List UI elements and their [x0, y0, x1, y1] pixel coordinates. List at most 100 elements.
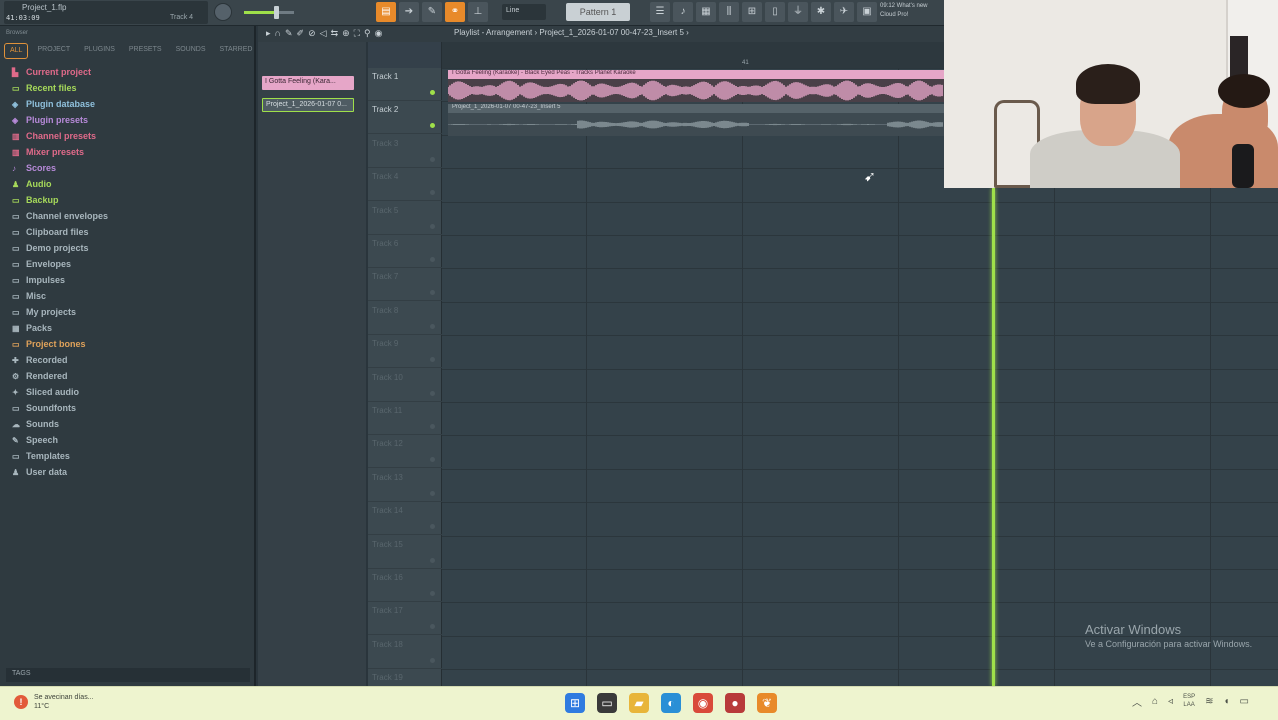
track-enable-led[interactable] — [430, 524, 435, 530]
paint-tool-icon[interactable]: ✐ — [297, 28, 305, 39]
draw-tool-icon[interactable]: ✎ — [285, 28, 293, 39]
delete-tool-icon[interactable]: ⊘ — [308, 28, 316, 39]
mixer-icon[interactable]: ⫼ — [719, 2, 739, 22]
app-icon[interactable]: ● — [725, 693, 745, 713]
browser-item[interactable]: ♟ User data — [0, 464, 254, 480]
wrench-icon[interactable]: ✱ — [811, 2, 831, 22]
track-header[interactable]: Track 1 — [368, 68, 442, 101]
link-icon[interactable]: ⚭ — [445, 2, 465, 22]
speaker-icon[interactable]: ◃ — [1168, 696, 1173, 707]
browser-item[interactable]: ☁ Sounds — [0, 416, 254, 432]
task-view-icon[interactable]: ▭ — [597, 693, 617, 713]
send-icon[interactable]: ✈ — [834, 2, 854, 22]
track-header[interactable]: Track 11 — [368, 402, 442, 435]
volume-icon[interactable]: ◖ — [1223, 696, 1229, 707]
master-volume-thumb[interactable] — [274, 6, 279, 19]
track-enable-led[interactable] — [430, 357, 435, 363]
browser-item[interactable]: ▙ Current project — [0, 64, 254, 80]
news-panel[interactable]: 09:12 What's new Cloud Pro! — [880, 2, 928, 20]
browser-item[interactable]: ▭ Templates — [0, 448, 254, 464]
record-mode-icon[interactable]: ▤ — [376, 2, 396, 22]
track-header[interactable]: Track 18 — [368, 636, 442, 669]
track-enable-led[interactable] — [430, 90, 435, 95]
track-enable-led[interactable] — [430, 624, 435, 630]
browser-item[interactable]: ◈ Plugin presets — [0, 112, 254, 128]
browser-item[interactable]: ▭ Envelopes — [0, 256, 254, 272]
mute-tool-icon[interactable]: ◁ — [320, 28, 327, 39]
track-enable-led[interactable] — [430, 290, 435, 296]
chevron-up-icon[interactable]: ︿ — [1132, 694, 1142, 709]
browser-item[interactable]: ◈ Plugin database — [0, 96, 254, 112]
track-header[interactable]: Track 17 — [368, 602, 442, 636]
select-tool-icon[interactable]: ⛶ — [354, 28, 360, 39]
menu-arrow-icon[interactable]: ▸ — [266, 28, 271, 39]
browser-tab-plugins[interactable]: PLUGINS — [79, 43, 120, 59]
track-header[interactable]: Track 15 — [368, 536, 442, 569]
browser-item[interactable]: ✎ Speech — [0, 432, 254, 448]
browser-item[interactable]: ▭ Recent files — [0, 80, 254, 96]
track-enable-led[interactable] — [430, 156, 435, 162]
browser-item[interactable]: ♟ Audio — [0, 176, 254, 192]
browser-tab-all[interactable]: ALL — [4, 43, 29, 59]
browser-item[interactable]: ▥ Mixer presets — [0, 144, 254, 160]
track-header[interactable]: Track 6 — [368, 235, 442, 268]
fl-studio-icon[interactable]: ❦ — [757, 693, 777, 713]
windows-start-icon[interactable]: ⊞ — [565, 693, 585, 713]
browser-toggle-icon[interactable]: ⊞ — [742, 2, 762, 22]
track-header[interactable]: Track 12 — [368, 435, 442, 469]
timeline-ruler[interactable]: 41 — [442, 42, 946, 68]
browser-tab-presets[interactable]: PRESETS — [124, 43, 167, 59]
track-header[interactable]: Track 10 — [368, 369, 442, 402]
slip-tool-icon[interactable]: ⇆ — [331, 28, 339, 39]
track-enable-led[interactable] — [430, 323, 435, 329]
track-enable-led[interactable] — [430, 123, 435, 129]
playback-tool-icon[interactable]: ◉ — [375, 28, 383, 39]
piano-roll-icon[interactable]: ♪ — [673, 2, 693, 22]
browser-item[interactable]: ♪ Scores — [0, 160, 254, 176]
track-header[interactable]: Track 9 — [368, 335, 442, 369]
browser-tab-project[interactable]: PROJECT — [32, 43, 75, 59]
stamp-icon[interactable]: ⊥ — [468, 2, 488, 22]
master-volume-slider[interactable] — [244, 6, 294, 19]
snap-select[interactable]: Line — [502, 4, 546, 20]
browser-tab-starred[interactable]: STARRED — [215, 43, 258, 59]
plug-icon[interactable]: ⏚ — [788, 2, 808, 22]
battery-icon[interactable]: ▭ — [1240, 696, 1249, 707]
track-enable-led[interactable] — [430, 657, 435, 663]
edge-icon[interactable]: ◐ — [661, 693, 681, 713]
browser-item[interactable]: ▦ Packs — [0, 320, 254, 336]
track-enable-led[interactable] — [430, 257, 435, 262]
browser-item[interactable]: ▭ Impulses — [0, 272, 254, 288]
master-pitch-knob[interactable] — [214, 3, 232, 21]
browser-item[interactable]: ▭ Backup — [0, 192, 254, 208]
playlist-icon[interactable]: ☰ — [650, 2, 670, 22]
track-enable-led[interactable] — [430, 557, 435, 563]
weather-widget[interactable]: ! Se avecinan días... 11°C — [14, 693, 94, 711]
browser-item[interactable]: ▭ Channel envelopes — [0, 208, 254, 224]
track-enable-led[interactable] — [430, 424, 435, 429]
track-header[interactable]: Track 7 — [368, 268, 442, 302]
audio-clip-karaoke[interactable]: I Gotta Feeling (Karaoke) - Black Eyed P… — [448, 70, 944, 102]
track-header[interactable]: Track 13 — [368, 469, 442, 502]
track-header[interactable]: Track 16 — [368, 569, 442, 602]
browser-tab-sounds[interactable]: SOUNDS — [171, 43, 211, 59]
browser-item[interactable]: ✦ Sliced audio — [0, 384, 254, 400]
zoom-tool-icon[interactable]: ⚲ — [364, 28, 371, 39]
track-header[interactable]: Track 3 — [368, 135, 442, 168]
browser-item[interactable]: ▭ Project bones — [0, 336, 254, 352]
arrow-icon[interactable]: ➔ — [399, 2, 419, 22]
track-header[interactable]: Track 5 — [368, 202, 442, 235]
chrome-icon[interactable]: ◉ — [693, 693, 713, 713]
track-header[interactable]: Track 2 — [368, 101, 442, 135]
track-enable-led[interactable] — [430, 390, 435, 396]
track-enable-led[interactable] — [430, 190, 435, 196]
tags-bar[interactable]: TAGS — [6, 668, 250, 682]
browser-item[interactable]: ▭ Demo projects — [0, 240, 254, 256]
track-header[interactable]: Track 8 — [368, 302, 442, 335]
picker-clip-audio[interactable]: I Gotta Feeling (Kara... — [262, 76, 354, 90]
browser-item[interactable]: ✚ Recorded — [0, 352, 254, 368]
plugin-icon[interactable]: ▯ — [765, 2, 785, 22]
network-icon[interactable]: ⌂ — [1152, 696, 1158, 707]
browser-item[interactable]: ▥ Channel presets — [0, 128, 254, 144]
browser-item[interactable]: ▭ My projects — [0, 304, 254, 320]
